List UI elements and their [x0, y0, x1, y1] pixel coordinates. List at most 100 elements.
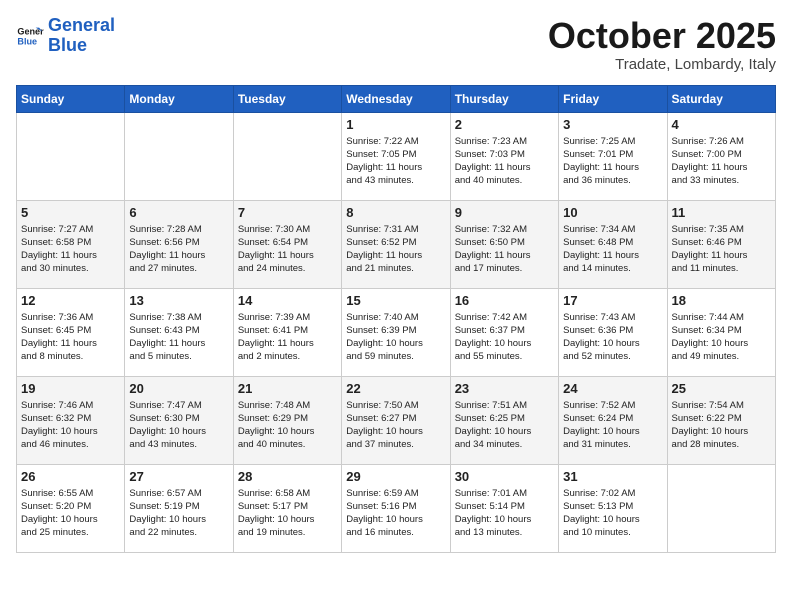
page-header: General Blue General Blue October 2025 T… — [16, 16, 776, 73]
day-info: Sunrise: 7:47 AM Sunset: 6:30 PM Dayligh… — [129, 399, 228, 452]
calendar-cell — [125, 112, 233, 200]
day-number: 2 — [455, 117, 554, 132]
header-tuesday: Tuesday — [233, 85, 341, 112]
calendar-cell — [17, 112, 125, 200]
day-info: Sunrise: 7:31 AM Sunset: 6:52 PM Dayligh… — [346, 223, 445, 276]
day-number: 8 — [346, 205, 445, 220]
day-info: Sunrise: 6:58 AM Sunset: 5:17 PM Dayligh… — [238, 487, 337, 540]
calendar-cell: 19 Sunrise: 7:46 AM Sunset: 6:32 PM Dayli… — [17, 376, 125, 464]
calendar-cell: 3 Sunrise: 7:25 AM Sunset: 7:01 PM Daylig… — [559, 112, 667, 200]
day-info: Sunrise: 7:02 AM Sunset: 5:13 PM Dayligh… — [563, 487, 662, 540]
day-info: Sunrise: 7:34 AM Sunset: 6:48 PM Dayligh… — [563, 223, 662, 276]
week-row-4: 26 Sunrise: 6:55 AM Sunset: 5:20 PM Dayli… — [17, 464, 776, 552]
calendar-cell: 14 Sunrise: 7:39 AM Sunset: 6:41 PM Dayli… — [233, 288, 341, 376]
day-number: 31 — [563, 469, 662, 484]
calendar-cell: 28 Sunrise: 6:58 AM Sunset: 5:17 PM Dayli… — [233, 464, 341, 552]
logo-line2: Blue — [48, 35, 87, 55]
day-number: 30 — [455, 469, 554, 484]
day-number: 23 — [455, 381, 554, 396]
day-number: 18 — [672, 293, 771, 308]
calendar-cell: 8 Sunrise: 7:31 AM Sunset: 6:52 PM Daylig… — [342, 200, 450, 288]
day-info: Sunrise: 6:57 AM Sunset: 5:19 PM Dayligh… — [129, 487, 228, 540]
day-number: 28 — [238, 469, 337, 484]
calendar-table: SundayMondayTuesdayWednesdayThursdayFrid… — [16, 85, 776, 553]
calendar-cell: 27 Sunrise: 6:57 AM Sunset: 5:19 PM Dayli… — [125, 464, 233, 552]
calendar-cell: 4Sunrise: 7:26 AM Sunset: 7:00 PM Daylig… — [667, 112, 775, 200]
day-number: 9 — [455, 205, 554, 220]
month-title: October 2025 — [548, 16, 776, 56]
calendar-cell: 11Sunrise: 7:35 AM Sunset: 6:46 PM Dayli… — [667, 200, 775, 288]
logo: General Blue General Blue — [16, 16, 115, 56]
day-number: 11 — [672, 205, 771, 220]
header-thursday: Thursday — [450, 85, 558, 112]
day-number: 19 — [21, 381, 120, 396]
day-info: Sunrise: 7:46 AM Sunset: 6:32 PM Dayligh… — [21, 399, 120, 452]
calendar-cell: 25 Sunrise: 7:54 AM Sunset: 6:22 PM Dayli… — [667, 376, 775, 464]
day-info: Sunrise: 7:38 AM Sunset: 6:43 PM Dayligh… — [129, 311, 228, 364]
day-info: Sunrise: 7:26 AM Sunset: 7:00 PM Dayligh… — [672, 135, 771, 188]
calendar-cell: 20 Sunrise: 7:47 AM Sunset: 6:30 PM Dayli… — [125, 376, 233, 464]
calendar-cell: 2 Sunrise: 7:23 AM Sunset: 7:03 PM Daylig… — [450, 112, 558, 200]
subtitle: Tradate, Lombardy, Italy — [548, 56, 776, 73]
day-info: Sunrise: 7:36 AM Sunset: 6:45 PM Dayligh… — [21, 311, 120, 364]
day-info: Sunrise: 7:23 AM Sunset: 7:03 PM Dayligh… — [455, 135, 554, 188]
day-number: 1 — [346, 117, 445, 132]
day-number: 14 — [238, 293, 337, 308]
day-number: 13 — [129, 293, 228, 308]
day-info: Sunrise: 7:43 AM Sunset: 6:36 PM Dayligh… — [563, 311, 662, 364]
week-row-1: 5Sunrise: 7:27 AM Sunset: 6:58 PM Daylig… — [17, 200, 776, 288]
day-number: 17 — [563, 293, 662, 308]
day-number: 26 — [21, 469, 120, 484]
day-info: Sunrise: 7:27 AM Sunset: 6:58 PM Dayligh… — [21, 223, 120, 276]
calendar-cell: 5Sunrise: 7:27 AM Sunset: 6:58 PM Daylig… — [17, 200, 125, 288]
day-number: 12 — [21, 293, 120, 308]
day-info: Sunrise: 7:32 AM Sunset: 6:50 PM Dayligh… — [455, 223, 554, 276]
day-number: 22 — [346, 381, 445, 396]
day-info: Sunrise: 7:25 AM Sunset: 7:01 PM Dayligh… — [563, 135, 662, 188]
header-sunday: Sunday — [17, 85, 125, 112]
header-monday: Monday — [125, 85, 233, 112]
header-wednesday: Wednesday — [342, 85, 450, 112]
calendar-cell: 7Sunrise: 7:30 AM Sunset: 6:54 PM Daylig… — [233, 200, 341, 288]
week-row-2: 12 Sunrise: 7:36 AM Sunset: 6:45 PM Dayli… — [17, 288, 776, 376]
day-info: Sunrise: 7:52 AM Sunset: 6:24 PM Dayligh… — [563, 399, 662, 452]
calendar-cell: 29Sunrise: 6:59 AM Sunset: 5:16 PM Dayli… — [342, 464, 450, 552]
header-saturday: Saturday — [667, 85, 775, 112]
calendar-cell: 13 Sunrise: 7:38 AM Sunset: 6:43 PM Dayli… — [125, 288, 233, 376]
calendar-cell: 30Sunrise: 7:01 AM Sunset: 5:14 PM Dayli… — [450, 464, 558, 552]
day-number: 20 — [129, 381, 228, 396]
day-number: 24 — [563, 381, 662, 396]
day-info: Sunrise: 7:40 AM Sunset: 6:39 PM Dayligh… — [346, 311, 445, 364]
day-number: 3 — [563, 117, 662, 132]
day-info: Sunrise: 7:50 AM Sunset: 6:27 PM Dayligh… — [346, 399, 445, 452]
day-info: Sunrise: 7:22 AM Sunset: 7:05 PM Dayligh… — [346, 135, 445, 188]
calendar-cell: 24 Sunrise: 7:52 AM Sunset: 6:24 PM Dayli… — [559, 376, 667, 464]
day-info: Sunrise: 6:55 AM Sunset: 5:20 PM Dayligh… — [21, 487, 120, 540]
day-info: Sunrise: 7:54 AM Sunset: 6:22 PM Dayligh… — [672, 399, 771, 452]
calendar-cell: 6Sunrise: 7:28 AM Sunset: 6:56 PM Daylig… — [125, 200, 233, 288]
calendar-cell: 22 Sunrise: 7:50 AM Sunset: 6:27 PM Dayli… — [342, 376, 450, 464]
day-number: 16 — [455, 293, 554, 308]
title-block: October 2025 Tradate, Lombardy, Italy — [548, 16, 776, 73]
logo-icon: General Blue — [16, 22, 44, 50]
day-number: 27 — [129, 469, 228, 484]
day-info: Sunrise: 7:42 AM Sunset: 6:37 PM Dayligh… — [455, 311, 554, 364]
logo-line1: General — [48, 15, 115, 35]
calendar-cell: 18 Sunrise: 7:44 AM Sunset: 6:34 PM Dayli… — [667, 288, 775, 376]
day-info: Sunrise: 7:44 AM Sunset: 6:34 PM Dayligh… — [672, 311, 771, 364]
svg-text:General: General — [17, 26, 44, 36]
calendar-cell: 15Sunrise: 7:40 AM Sunset: 6:39 PM Dayli… — [342, 288, 450, 376]
calendar-cell: 10Sunrise: 7:34 AM Sunset: 6:48 PM Dayli… — [559, 200, 667, 288]
calendar-cell: 12 Sunrise: 7:36 AM Sunset: 6:45 PM Dayli… — [17, 288, 125, 376]
calendar-cell: 1 Sunrise: 7:22 AM Sunset: 7:05 PM Daylig… — [342, 112, 450, 200]
svg-text:Blue: Blue — [17, 36, 37, 46]
calendar-cell: 17 Sunrise: 7:43 AM Sunset: 6:36 PM Dayli… — [559, 288, 667, 376]
calendar-cell: 9 Sunrise: 7:32 AM Sunset: 6:50 PM Daylig… — [450, 200, 558, 288]
day-info: Sunrise: 7:48 AM Sunset: 6:29 PM Dayligh… — [238, 399, 337, 452]
day-number: 6 — [129, 205, 228, 220]
day-number: 25 — [672, 381, 771, 396]
calendar-cell — [667, 464, 775, 552]
day-info: Sunrise: 7:39 AM Sunset: 6:41 PM Dayligh… — [238, 311, 337, 364]
calendar-cell: 16 Sunrise: 7:42 AM Sunset: 6:37 PM Dayli… — [450, 288, 558, 376]
week-row-0: 1 Sunrise: 7:22 AM Sunset: 7:05 PM Daylig… — [17, 112, 776, 200]
